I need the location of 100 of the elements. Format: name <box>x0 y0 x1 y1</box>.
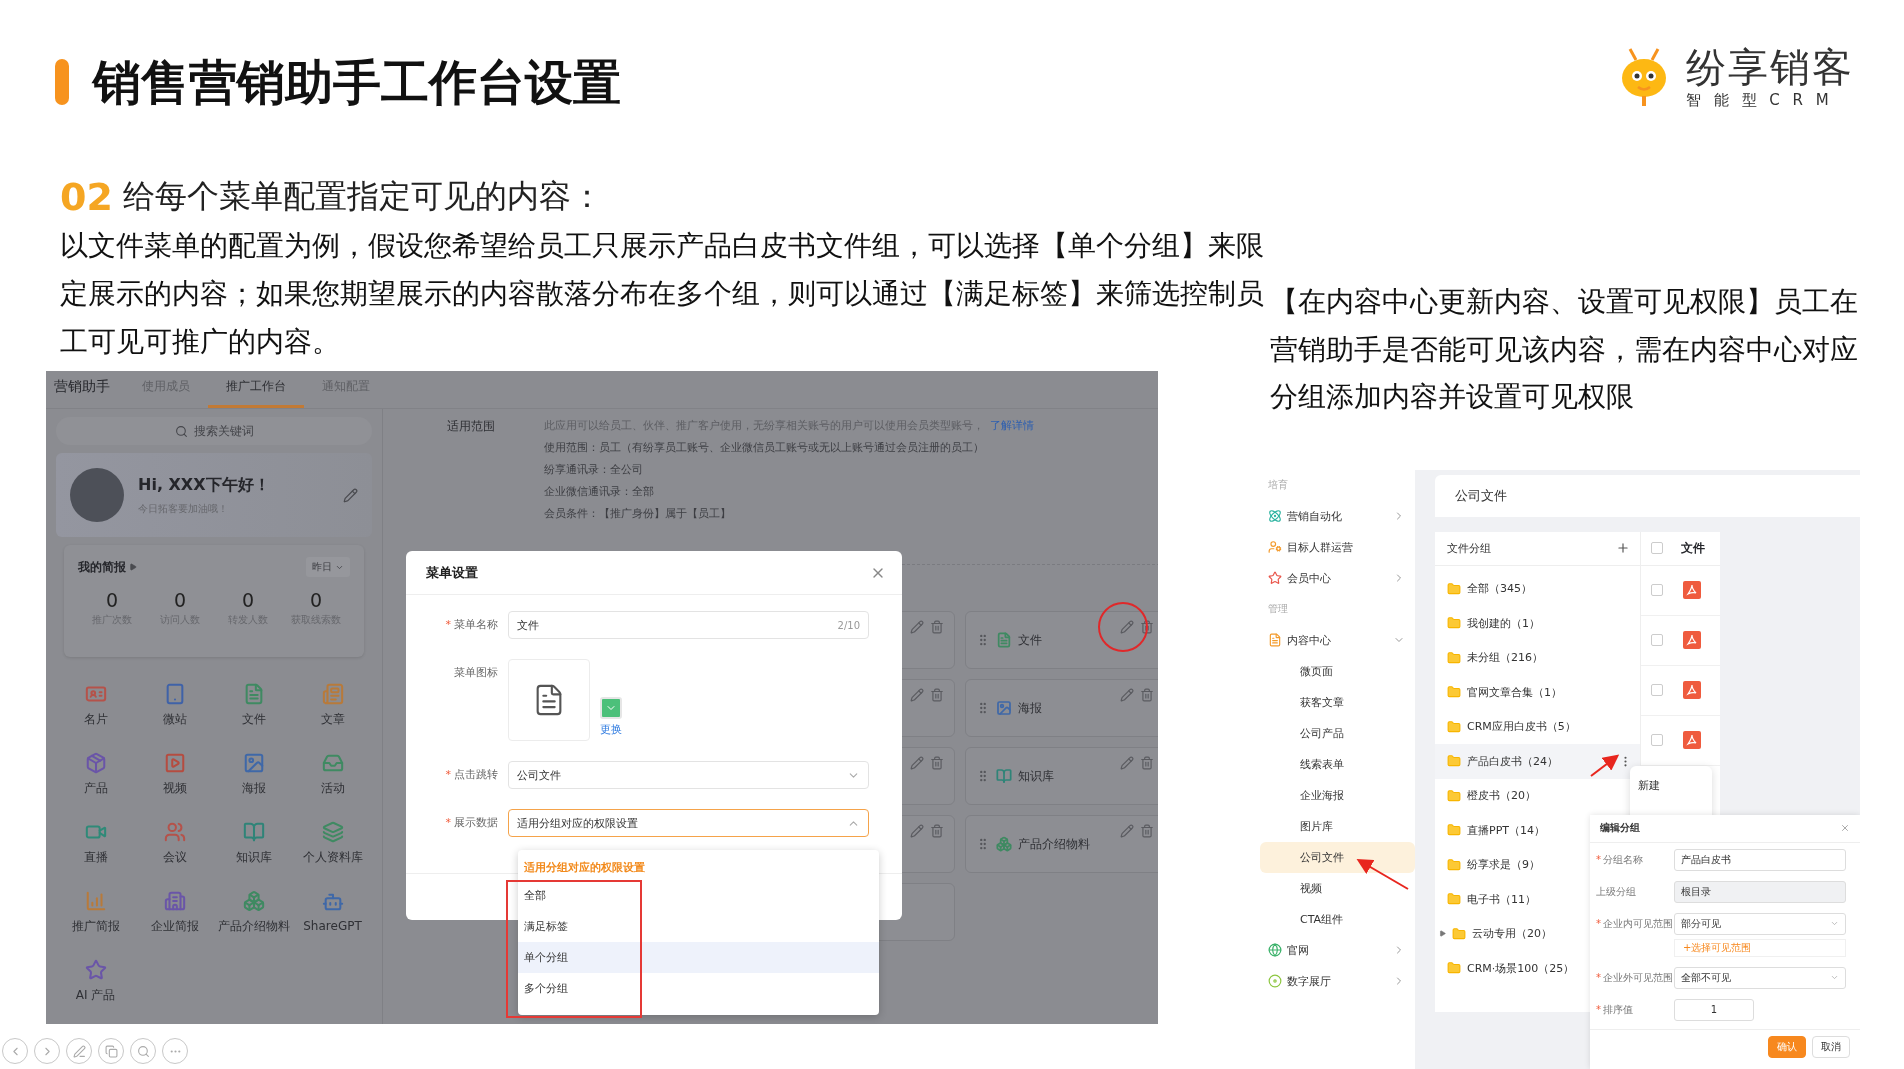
shortcut[interactable]: 微站 <box>135 671 214 740</box>
delete-icon[interactable] <box>930 824 944 838</box>
group-item[interactable]: CRM应用白皮书（5） <box>1435 709 1640 744</box>
edit-icon[interactable] <box>910 756 924 770</box>
delete-icon[interactable] <box>1140 620 1154 634</box>
checkbox[interactable] <box>1651 542 1663 554</box>
folder-icon <box>1447 685 1461 700</box>
menu-card-label: 产品介绍物料 <box>1018 835 1090 853</box>
note-paragraph: 【在内容中心更新内容、设置可见权限】员工在营销助手是否能可见该内容，需在内容中心对应分组添加内容并设置可见权限 <box>1270 284 1859 415</box>
required-mark: * <box>1596 916 1601 931</box>
group-item[interactable]: 全部（345） <box>1435 571 1640 606</box>
group-item[interactable]: 我创建的（1） <box>1435 606 1640 641</box>
group-item[interactable]: 产品白皮书（24） <box>1435 744 1640 779</box>
edit-icon[interactable] <box>1120 688 1134 702</box>
delete-icon[interactable] <box>930 756 944 770</box>
change-link[interactable]: 更换 <box>600 722 622 737</box>
edit-icon[interactable] <box>910 688 924 702</box>
dropdown-option[interactable]: 单个分组 <box>518 942 879 973</box>
nav-item[interactable]: 视频 <box>1260 872 1415 904</box>
edit-icon[interactable] <box>1120 756 1134 770</box>
more-button[interactable] <box>162 1038 188 1064</box>
next-slide-button[interactable] <box>34 1038 60 1064</box>
folder-icon <box>1447 961 1461 976</box>
previous-slide-button[interactable] <box>2 1038 28 1064</box>
dropdown-option[interactable]: 多个分组 <box>518 973 879 1004</box>
caret-icon[interactable] <box>1439 930 1446 938</box>
folder-icon <box>1447 823 1461 838</box>
delete-icon[interactable] <box>1140 824 1154 838</box>
delete-icon[interactable] <box>1140 756 1154 770</box>
shortcut[interactable]: 推广简报 <box>56 878 135 947</box>
number-field[interactable]: 1 <box>1674 998 1754 1021</box>
user-gear-icon <box>1268 540 1282 554</box>
dropdown-option[interactable]: 全部 <box>518 880 879 911</box>
checkbox[interactable] <box>1651 584 1663 596</box>
edit-icon[interactable] <box>1120 620 1134 634</box>
select-field[interactable]: 全部不可见 <box>1674 966 1846 989</box>
dropdown-option[interactable]: 满足标签 <box>518 911 879 942</box>
input-field[interactable]: 文件 2/10 <box>508 611 869 639</box>
field-label: 菜单图标 <box>454 665 498 681</box>
shortcut[interactable]: AI 产品 <box>56 947 135 1016</box>
edit-icon[interactable] <box>343 487 358 503</box>
menu-card-label: 海报 <box>1018 699 1042 717</box>
zoom-button[interactable] <box>130 1038 156 1064</box>
checkbox[interactable] <box>1651 634 1663 646</box>
color-swatch[interactable] <box>600 697 622 719</box>
nav-item[interactable]: 线索表单 <box>1260 748 1415 780</box>
menu-item[interactable]: 新建 <box>1638 777 1704 793</box>
nav-item[interactable]: 公司产品 <box>1260 717 1415 749</box>
shortcut[interactable]: 个人资料库 <box>293 809 372 878</box>
nav-item[interactable]: 微页面 <box>1260 655 1415 687</box>
nav-item[interactable]: 会员中心 <box>1260 562 1415 594</box>
slides-overview-button[interactable] <box>98 1038 124 1064</box>
slide-title: 销售营销助手工作台设置 <box>93 53 621 112</box>
period-select[interactable]: 昨日 <box>306 557 350 578</box>
shortcut[interactable]: 文章 <box>293 671 372 740</box>
shortcut[interactable]: 会议 <box>135 809 214 878</box>
shortcut[interactable]: 名片 <box>56 671 135 740</box>
delete-icon[interactable] <box>930 620 944 634</box>
shortcut[interactable]: 直播 <box>56 809 135 878</box>
globe-icon <box>1268 943 1282 957</box>
scope-line: 使用范围：员工（有纷享员工账号、企业微信员工账号或无以上账号通过会员注册的员工） <box>544 440 985 456</box>
select-field[interactable]: 部分可见 <box>1674 912 1846 935</box>
close-icon[interactable] <box>1840 823 1850 833</box>
delete-icon[interactable] <box>1140 688 1154 702</box>
nav-item[interactable]: 内容中心 <box>1260 624 1415 656</box>
group-item[interactable]: 未分组（216） <box>1435 640 1640 675</box>
shortcut[interactable]: 企业简报 <box>135 878 214 947</box>
cancel-button[interactable]: 取消 <box>1812 1035 1850 1058</box>
nav-item[interactable]: 图片库 <box>1260 810 1415 842</box>
nav-item[interactable]: 获客文章 <box>1260 686 1415 718</box>
shortcut[interactable]: 知识库 <box>214 809 293 878</box>
nav-item[interactable]: 官网 <box>1260 934 1415 966</box>
nav-item[interactable]: 营销自动化 <box>1260 500 1415 532</box>
nav-item[interactable]: 数字展厅 <box>1260 965 1415 997</box>
add-icon[interactable] <box>1616 541 1630 555</box>
select-field[interactable]: 公司文件 <box>508 761 869 789</box>
shortcut[interactable]: 海报 <box>214 740 293 809</box>
nav-item[interactable]: 目标人群运营 <box>1260 531 1415 563</box>
shortcut[interactable]: 活动 <box>293 740 372 809</box>
nav-item[interactable]: 企业海报 <box>1260 779 1415 811</box>
shortcut[interactable]: ShareGPT <box>293 878 372 947</box>
tab[interactable]: 推广工作台 <box>208 378 304 408</box>
input-field[interactable]: 产品白皮书 <box>1674 848 1846 871</box>
shortcut[interactable]: 产品 <box>56 740 135 809</box>
nav-item[interactable]: CTA组件 <box>1260 903 1415 935</box>
pen-button[interactable] <box>66 1038 92 1064</box>
edit-icon[interactable] <box>910 620 924 634</box>
delete-icon[interactable] <box>930 688 944 702</box>
nav-item[interactable]: 公司文件 <box>1260 841 1415 873</box>
edit-icon[interactable] <box>910 824 924 838</box>
select-field[interactable]: 适用分组对应的权限设置 <box>508 809 869 837</box>
icon-preview[interactable] <box>508 659 590 741</box>
shortcut[interactable]: 视频 <box>135 740 214 809</box>
shortcut[interactable]: 文件 <box>214 671 293 740</box>
shortcut[interactable]: 产品介绍物料 <box>214 878 293 947</box>
checkbox[interactable] <box>1651 684 1663 696</box>
edit-icon[interactable] <box>1120 824 1134 838</box>
group-item[interactable]: 官网文章合集（1） <box>1435 675 1640 710</box>
section-label: 培育 <box>1267 478 1289 492</box>
checkbox[interactable] <box>1651 734 1663 746</box>
